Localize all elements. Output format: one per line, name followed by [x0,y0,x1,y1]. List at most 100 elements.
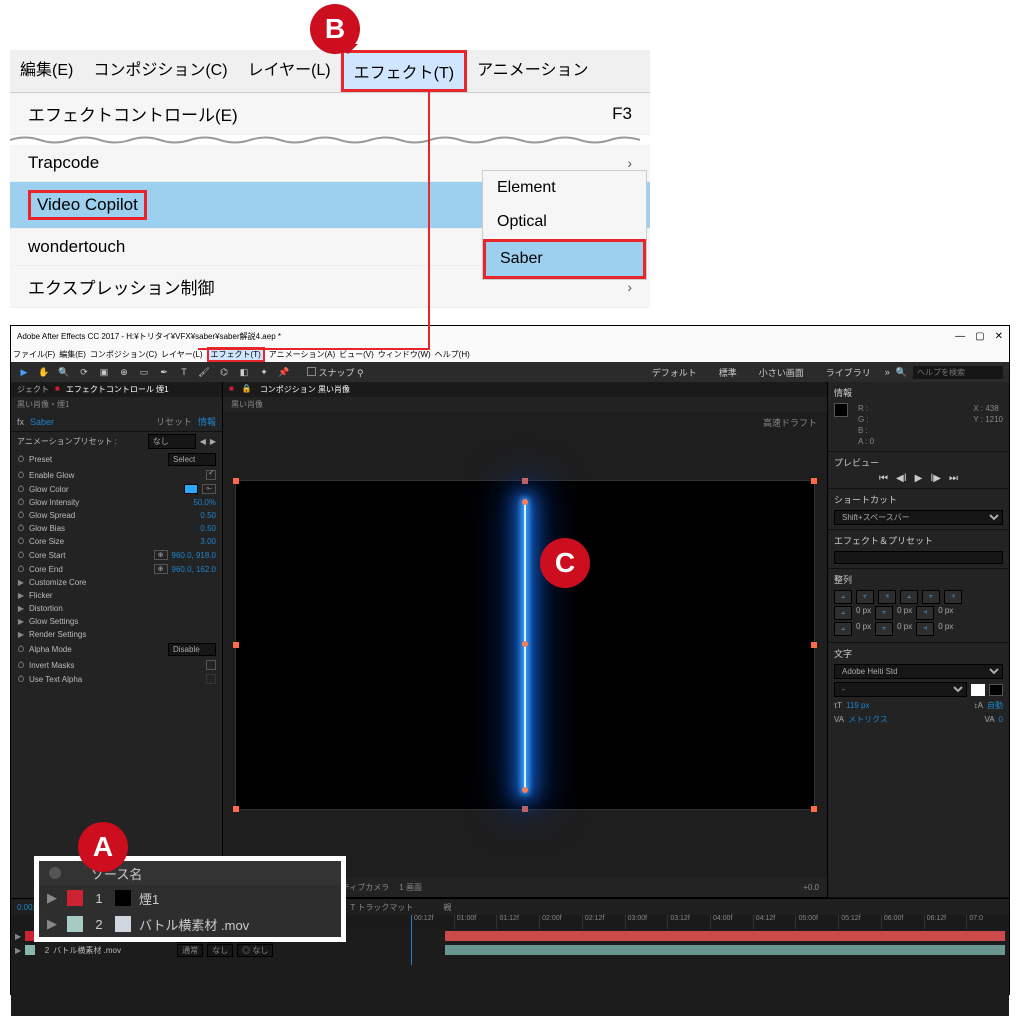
stopwatch-icon[interactable]: Ö [17,551,25,560]
twirl-icon[interactable]: ▶ [17,604,25,613]
layer-name[interactable]: 煙1 [139,889,333,908]
selection-handle[interactable] [522,806,528,812]
twirl-icon[interactable]: ▶ [47,890,59,906]
align-top-button[interactable]: ⫠ [900,590,918,604]
param-value[interactable]: 0.50 [200,524,216,533]
stopwatch-icon[interactable]: Ö [17,645,25,654]
composition-viewer[interactable]: 高速ドラフト [223,412,827,878]
viewer-lock-icon[interactable]: 🔒 [242,384,252,395]
rotate-icon[interactable]: ⟳ [77,365,91,379]
distribute-button[interactable]: ⫟ [875,606,893,620]
twirl-icon[interactable]: ▶ [17,591,25,600]
param-invert-masks[interactable]: ÖInvert Masks [11,658,222,672]
align-bottom-button[interactable]: ⫞ [944,590,962,604]
stopwatch-icon[interactable]: Ö [17,485,25,494]
twirl-icon[interactable]: ▶ [17,630,25,639]
menu-help[interactable]: ヘルプ(H) [435,349,470,360]
font-select[interactable]: Adobe Heiti Std [834,664,1003,679]
zoom-icon[interactable]: 🔍 [57,365,71,379]
param-checkbox[interactable] [206,660,216,670]
layer-duration-bar[interactable] [445,945,1005,955]
layer-color-swatch[interactable] [67,890,83,906]
stopwatch-icon[interactable]: Ö [17,537,25,546]
workspace-default[interactable]: デフォルト [644,364,705,381]
param-flicker[interactable]: ▶Flicker [11,589,222,602]
help-search-input[interactable] [913,366,1003,379]
tab-effect-controls[interactable]: エフェクトコントロール 煙1 [66,384,169,395]
font-size-value[interactable]: 119 px [846,701,869,710]
core-end-point[interactable] [522,499,528,505]
twirl-icon[interactable]: ▶ [15,932,21,941]
param-checkbox[interactable] [206,470,216,480]
param-core-start[interactable]: ÖCore Start⊕960.0, 918.0 [11,548,222,562]
workspace-more-icon[interactable]: » [885,367,890,377]
submenu-item-saber[interactable]: Saber [483,239,646,279]
layer-name[interactable]: バトル横素材 .mov [139,915,333,934]
selection-handle[interactable] [811,806,817,812]
twirl-icon[interactable]: ▶ [17,617,25,626]
rect-icon[interactable]: ▭ [137,365,151,379]
brush-icon[interactable]: 🖌 [197,365,211,379]
stroke-swatch[interactable] [989,684,1003,696]
stopwatch-icon[interactable]: Ö [17,524,25,533]
menu-file[interactable]: ファイル(F) [13,349,55,360]
menu-effect[interactable]: エフェクト(T) [341,50,467,92]
param-core-end[interactable]: ÖCore End⊕960.0, 162.0 [11,562,222,576]
stopwatch-icon[interactable]: Ö [17,675,25,684]
stopwatch-icon[interactable]: Ö [17,511,25,520]
distribute-button[interactable]: ⫟ [875,622,893,636]
align-left-button[interactable]: ⫠ [834,590,852,604]
view-layout-dropdown[interactable]: 1 画面 [399,882,422,893]
stopwatch-icon[interactable]: Ö [17,661,25,670]
param-color-swatch[interactable] [184,484,198,494]
param-customize-core[interactable]: ▶Customize Core [11,576,222,589]
exposure-value[interactable]: +0.0 [803,883,819,892]
selection-handle[interactable] [522,478,528,484]
align-hcenter-button[interactable]: ⫟ [856,590,874,604]
param-preset[interactable]: ÖPresetSelect [11,451,222,468]
shortcut-select[interactable]: Shift+スペースバー [834,510,1003,525]
composition-sub[interactable]: 黒い肖像 [223,397,827,412]
param-enable-glow[interactable]: ÖEnable Glow [11,468,222,482]
menu-layer[interactable]: レイヤー(L) [238,50,341,92]
layer-zoom-row[interactable]: ▶ 1 煙1 [39,885,341,911]
param-select[interactable]: Disable [168,643,216,656]
stopwatch-icon[interactable]: Ö [17,471,25,480]
eyedropper-icon[interactable]: ⟜ [202,484,216,494]
param-core-size[interactable]: ÖCore Size3.00 [11,535,222,548]
eraser-icon[interactable]: ◧ [237,365,251,379]
menu-edit[interactable]: 編集(E) [10,50,83,92]
align-vcenter-button[interactable]: ⫟ [922,590,940,604]
stopwatch-icon[interactable]: Ö [17,565,25,574]
stopwatch-icon[interactable]: Ö [17,498,25,507]
param-use-text-alpha[interactable]: ÖUse Text Alpha [11,672,222,686]
effect-header[interactable]: fx Saber リセット 情報 [11,412,222,432]
param-render-settings[interactable]: ▶Render Settings [11,628,222,641]
font-style-select[interactable]: - [834,682,967,697]
blend-mode-dropdown[interactable]: 通常 [177,944,203,957]
layer-color-swatch[interactable] [67,916,83,932]
param-value[interactable]: 0.50 [200,511,216,520]
roto-icon[interactable]: ✦ [257,365,271,379]
menu-composition[interactable]: コンポジション(C) [90,349,157,360]
first-frame-icon[interactable]: ⏮ [879,473,888,484]
menu-layer[interactable]: レイヤー(L) [161,349,203,360]
param-glow-bias[interactable]: ÖGlow Bias0.50 [11,522,222,535]
anchor-icon[interactable]: ⊕ [117,365,131,379]
fill-swatch[interactable] [971,684,985,696]
home-icon[interactable]: ▶ [17,365,31,379]
preset-next-icon[interactable]: ▶ [210,437,216,446]
playhead[interactable] [411,915,412,965]
tab-composition[interactable]: コンポジション 黒い肖像 [260,384,350,395]
effect-reset[interactable]: リセット [156,415,192,428]
parent-dropdown[interactable]: ◎ なし [237,944,273,957]
anim-preset-select[interactable]: なし [148,434,196,449]
param-select[interactable]: Select [168,453,216,466]
distribute-button[interactable]: ⫞ [916,606,934,620]
kerning-value[interactable]: メトリクス [848,714,888,725]
distribute-button[interactable]: ⫞ [916,622,934,636]
param-value[interactable]: 960.0, 162.0 [172,565,216,574]
type-icon[interactable]: T [177,365,191,379]
effect-right-link[interactable]: 情報 [198,415,216,428]
pen-icon[interactable]: ✒ [157,365,171,379]
